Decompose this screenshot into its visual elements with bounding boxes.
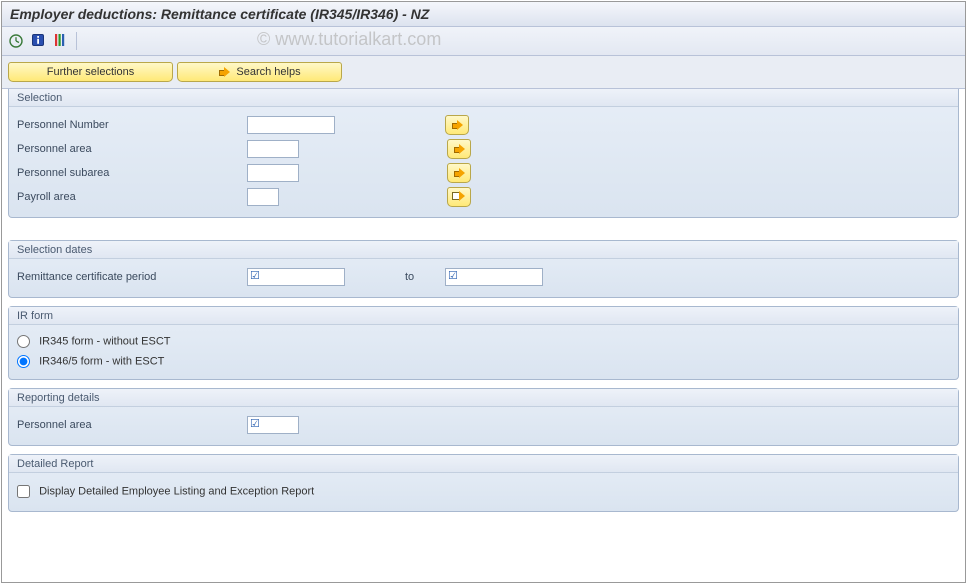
remittance-period-from-input[interactable]: [247, 268, 345, 286]
detailed-report-checkbox-row[interactable]: Display Detailed Employee Listing and Ex…: [17, 485, 314, 498]
ir345-radio-row[interactable]: IR345 form - without ESCT: [17, 333, 171, 350]
selection-toolbar: Further selections Search helps: [2, 56, 965, 89]
button-label: Further selections: [47, 66, 134, 78]
remittance-period-to-input[interactable]: [445, 268, 543, 286]
ir346-radio[interactable]: [17, 355, 30, 368]
personnel-number-label: Personnel Number: [17, 119, 247, 131]
personnel-subarea-multiselect-button[interactable]: [447, 163, 471, 183]
search-helps-button[interactable]: Search helps: [177, 62, 342, 82]
button-label: Search helps: [236, 66, 300, 78]
app-icon-toolbar: © www.tutorialkart.com: [2, 27, 965, 56]
reporting-personnel-area-label: Personnel area: [17, 419, 247, 431]
group-title: Reporting details: [9, 389, 958, 407]
group-title: Detailed Report: [9, 455, 958, 473]
ir346-radio-label: IR346/5 form - with ESCT: [39, 355, 164, 367]
group-detailed-report: Detailed Report Display Detailed Employe…: [8, 454, 959, 512]
group-selection: Selection Personnel Number Personnel are…: [8, 89, 959, 218]
arrow-right-icon: [218, 67, 230, 77]
personnel-number-input[interactable]: [247, 116, 335, 134]
personnel-subarea-label: Personnel subarea: [17, 167, 247, 179]
personnel-number-multiselect-button[interactable]: [445, 115, 469, 135]
group-title: IR form: [9, 307, 958, 325]
arrow-right-icon: [453, 168, 465, 178]
watermark-text: © www.tutorialkart.com: [257, 29, 441, 50]
app-window: Employer deductions: Remittance certific…: [1, 1, 966, 583]
detailed-report-checkbox[interactable]: [17, 485, 30, 498]
detailed-report-checkbox-label: Display Detailed Employee Listing and Ex…: [39, 485, 314, 497]
payroll-area-label: Payroll area: [17, 191, 247, 203]
ir345-radio[interactable]: [17, 335, 30, 348]
group-title: Selection: [9, 89, 958, 107]
execute-icon[interactable]: [8, 33, 24, 49]
info-icon[interactable]: [30, 32, 46, 51]
personnel-area-label: Personnel area: [17, 143, 247, 155]
content-area: Further selections Search helps Selectio…: [2, 56, 965, 512]
personnel-area-input[interactable]: [247, 140, 299, 158]
arrow-right-icon: [451, 120, 463, 130]
personnel-subarea-input[interactable]: [247, 164, 299, 182]
page-title: Employer deductions: Remittance certific…: [10, 6, 429, 22]
arrow-right-icon: [453, 144, 465, 154]
group-selection-dates: Selection dates Remittance certificate p…: [8, 240, 959, 298]
group-ir-form: IR form IR345 form - without ESCT IR346/…: [8, 306, 959, 380]
group-reporting-details: Reporting details Personnel area ☑: [8, 388, 959, 446]
page-title-bar: Employer deductions: Remittance certific…: [2, 2, 965, 27]
multiselect-icon: [452, 191, 466, 203]
to-label: to: [405, 271, 445, 283]
payroll-area-multiselect-button[interactable]: [447, 187, 471, 207]
group-title: Selection dates: [9, 241, 958, 259]
further-selections-button[interactable]: Further selections: [8, 62, 173, 82]
ir346-radio-row[interactable]: IR346/5 form - with ESCT: [17, 353, 164, 370]
ir345-radio-label: IR345 form - without ESCT: [39, 335, 170, 347]
variant-bars-icon[interactable]: [52, 32, 68, 51]
toolbar-separator: [76, 32, 77, 50]
payroll-area-input[interactable]: [247, 188, 279, 206]
remittance-period-label: Remittance certificate period: [17, 271, 247, 283]
personnel-area-multiselect-button[interactable]: [447, 139, 471, 159]
reporting-personnel-area-input[interactable]: [247, 416, 299, 434]
